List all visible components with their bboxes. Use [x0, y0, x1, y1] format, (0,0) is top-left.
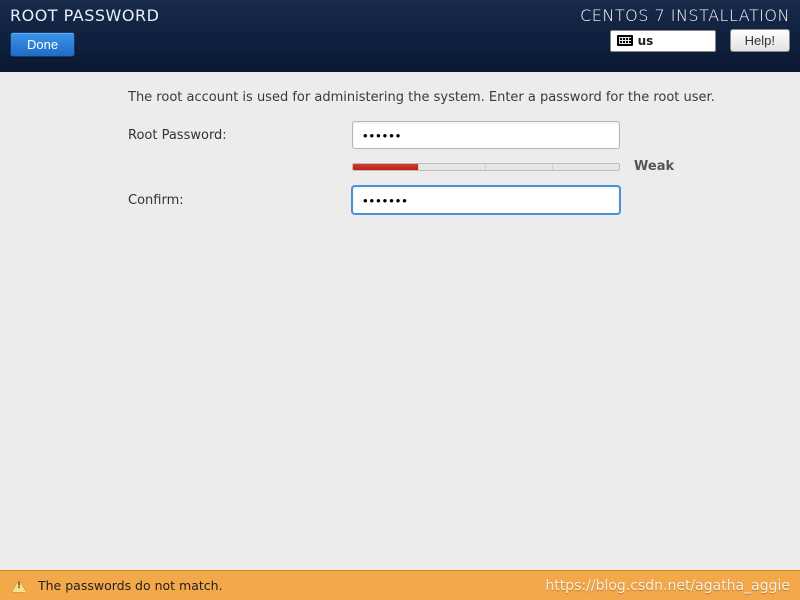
- warning-message: The passwords do not match.: [38, 578, 223, 593]
- confirm-password-input[interactable]: [352, 186, 620, 214]
- done-button[interactable]: Done: [10, 32, 75, 57]
- strength-segment: [420, 164, 486, 170]
- keyboard-layout-indicator[interactable]: us: [610, 30, 716, 52]
- main-content: The root account is used for administeri…: [0, 72, 800, 570]
- password-strength-row: Weak: [352, 159, 692, 174]
- strength-segment: [353, 164, 419, 170]
- app-title: CENTOS 7 INSTALLATION: [580, 6, 790, 25]
- help-button[interactable]: Help!: [730, 29, 790, 52]
- keyboard-icon: [617, 35, 633, 46]
- strength-segment: [554, 164, 619, 170]
- strength-segment: [487, 164, 553, 170]
- keyboard-layout-label: us: [638, 34, 654, 48]
- installer-header: ROOT PASSWORD CENTOS 7 INSTALLATION Done…: [0, 0, 800, 72]
- password-strength-label: Weak: [634, 159, 674, 174]
- page-title: ROOT PASSWORD: [10, 6, 159, 25]
- confirm-password-label: Confirm:: [128, 193, 352, 208]
- root-password-label: Root Password:: [128, 128, 352, 143]
- warning-icon: [12, 580, 26, 592]
- root-password-input[interactable]: [352, 121, 620, 149]
- warning-footer: The passwords do not match. https://blog…: [0, 570, 800, 600]
- watermark-text: https://blog.csdn.net/agatha_aggie: [545, 578, 790, 594]
- password-strength-bar: [352, 163, 620, 171]
- description-text: The root account is used for administeri…: [128, 90, 760, 105]
